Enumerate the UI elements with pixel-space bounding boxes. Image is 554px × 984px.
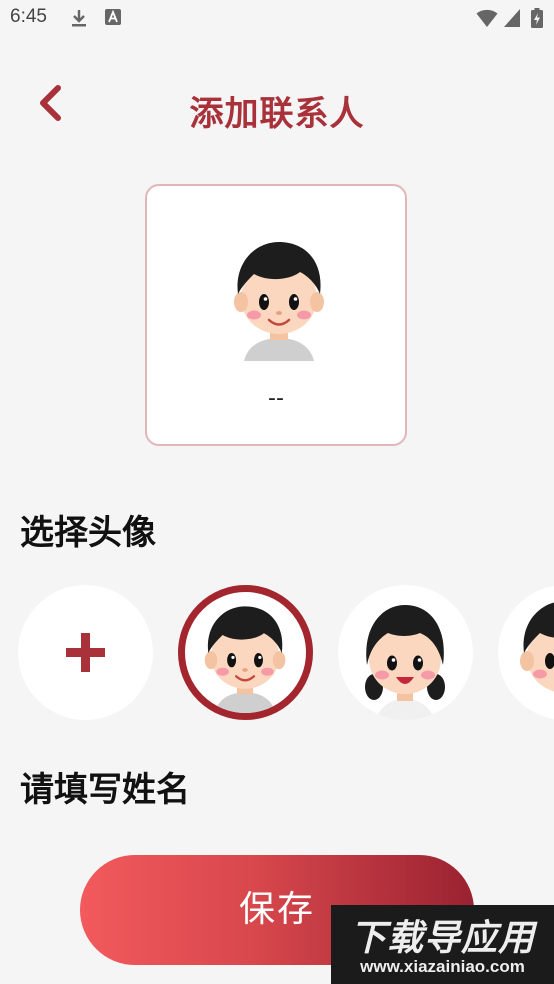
signal-icon <box>504 9 520 27</box>
download-icon <box>72 10 86 27</box>
font-a-icon <box>105 9 121 25</box>
watermark-text: 下载导应用 <box>349 918 535 959</box>
avatar-option-boy-2[interactable] <box>498 585 554 720</box>
name-input[interactable] <box>20 810 538 848</box>
avatar-option-girl[interactable] <box>338 585 473 720</box>
boy-avatar-icon <box>204 606 286 713</box>
boy-avatar-icon <box>520 602 554 692</box>
battery-charging-icon <box>531 8 543 28</box>
wifi-icon <box>476 9 498 27</box>
avatar-option-boy[interactable] <box>178 585 313 720</box>
preview-name: -- <box>268 386 284 411</box>
page-title: 添加联系人 <box>189 94 365 134</box>
girl-avatar-icon <box>365 605 445 720</box>
avatar-section-title: 选择头像 <box>20 513 156 553</box>
contact-preview-card: -- <box>145 184 407 446</box>
add-avatar-button[interactable] <box>18 585 153 720</box>
boy-avatar-icon <box>234 242 324 361</box>
status-time: 6:45 <box>10 6 47 27</box>
watermark-logo: 下载导应用 www.xiazainiao.com <box>331 905 554 984</box>
name-section-title: 请填写姓名 <box>20 770 190 810</box>
watermark-url: www.xiazainiao.com <box>360 957 525 976</box>
plus-icon <box>66 633 105 672</box>
avatar-options[interactable] <box>0 585 554 721</box>
status-bar: 6:45 <box>0 0 554 38</box>
